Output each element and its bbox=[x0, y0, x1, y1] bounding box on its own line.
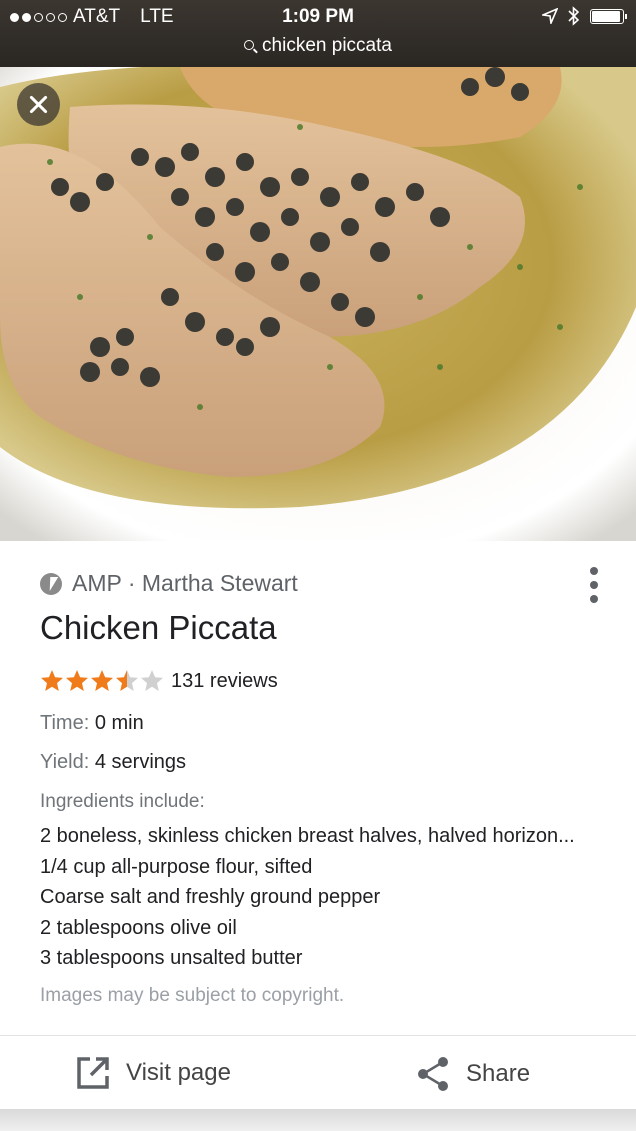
star-icon bbox=[141, 670, 163, 691]
time-label: Time: bbox=[40, 712, 90, 734]
copyright-notice: Images may be subject to copyright. bbox=[40, 985, 345, 1006]
location-arrow-icon bbox=[542, 8, 558, 24]
search-query: chicken piccata bbox=[262, 35, 392, 56]
battery-icon bbox=[590, 8, 627, 24]
bluetooth-icon bbox=[568, 6, 580, 26]
ingredient-item: Coarse salt and freshly ground pepper bbox=[40, 886, 381, 908]
amp-lightning-icon bbox=[40, 572, 62, 595]
star-rating bbox=[40, 669, 165, 693]
ingredient-item: 2 boneless, skinless chicken breast halv… bbox=[40, 825, 575, 847]
ingredient-item: 2 tablespoons olive oil bbox=[40, 916, 237, 939]
more-options-button[interactable] bbox=[583, 565, 605, 605]
yield-row: Yield: 4 servings bbox=[40, 751, 186, 774]
recipe-photo[interactable] bbox=[0, 67, 636, 541]
share-label: Share bbox=[466, 1060, 531, 1087]
chicken-piccata-image bbox=[0, 67, 636, 541]
ingredient-item: 3 tablespoons unsalted butter bbox=[40, 947, 303, 969]
source-name: AMP · Martha Stewart bbox=[72, 570, 298, 596]
star-icon bbox=[41, 670, 63, 691]
ingredients-list: 2 boneless, skinless chicken breast halv… bbox=[40, 821, 600, 974]
url-bar[interactable]: chicken piccata bbox=[0, 35, 636, 57]
star-icon bbox=[116, 670, 138, 691]
close-button[interactable] bbox=[17, 83, 60, 126]
time-value: 0 min bbox=[94, 712, 144, 734]
open-external-icon bbox=[77, 1057, 109, 1089]
status-icons bbox=[542, 6, 627, 26]
source-line[interactable]: AMP · Martha Stewart bbox=[40, 570, 298, 597]
visit-page-button[interactable]: Visit page bbox=[76, 1056, 231, 1090]
rating: 131 reviews bbox=[40, 669, 278, 693]
search-icon bbox=[244, 40, 255, 50]
star-icon bbox=[66, 670, 88, 691]
visit-page-label: Visit page bbox=[126, 1059, 231, 1086]
yield-value: 4 servings bbox=[94, 751, 187, 773]
recipe-title: Chicken Piccata bbox=[40, 609, 277, 646]
ingredients-heading: Ingredients include: bbox=[40, 791, 205, 812]
yield-label: Yield: bbox=[40, 751, 90, 773]
star-icon bbox=[91, 670, 113, 691]
status-bar: AT&T LTE 1:09 PM chicken piccata bbox=[0, 0, 636, 67]
ingredient-item: 1/4 cup all-purpose flour, sifted bbox=[40, 855, 313, 878]
time-row: Time: 0 min bbox=[40, 712, 144, 735]
review-count: 131 reviews bbox=[171, 669, 278, 692]
next-card-edge bbox=[0, 1109, 636, 1131]
action-bar: Visit page Share bbox=[0, 1036, 636, 1111]
share-icon bbox=[418, 1057, 448, 1091]
clock: 1:09 PM bbox=[282, 6, 354, 27]
share-button[interactable]: Share bbox=[416, 1056, 530, 1092]
